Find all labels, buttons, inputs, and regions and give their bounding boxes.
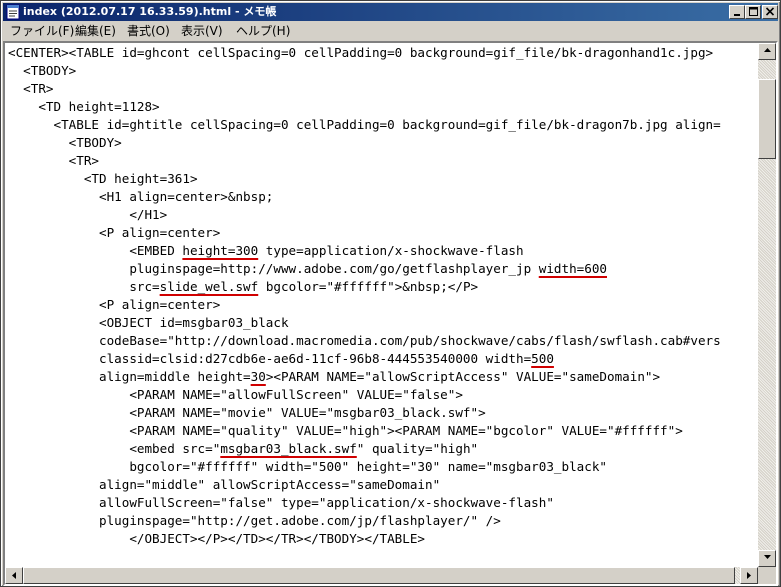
arrow-down-icon bbox=[763, 555, 771, 559]
highlighted-value: msgbar03_black.swf bbox=[220, 441, 357, 456]
code-line: <P align=center> bbox=[8, 297, 221, 312]
code-line: align=middle height=30><PARAM NAME="allo… bbox=[8, 369, 661, 384]
horizontal-scroll-thumb[interactable] bbox=[23, 567, 735, 584]
arrow-right-icon bbox=[746, 572, 751, 579]
window-title: index (2012.07.17 16.33.59).html - メモ帳 bbox=[23, 5, 277, 18]
highlighted-value: 500 bbox=[531, 351, 554, 366]
code-line: classid=clsid:d27cdb6e-ae6d-11cf-96b8-44… bbox=[8, 351, 554, 366]
close-icon bbox=[766, 7, 774, 16]
close-button[interactable] bbox=[762, 5, 778, 19]
highlighted-value: height=300 bbox=[182, 243, 259, 258]
maximize-button[interactable] bbox=[745, 5, 761, 19]
scroll-down-button[interactable] bbox=[758, 550, 776, 567]
code-line: <PARAM NAME="allowFullScreen" VALUE="fal… bbox=[8, 387, 463, 402]
code-line: <TABLE id=ghtitle cellSpacing=0 cellPadd… bbox=[8, 117, 721, 132]
menu-bar: ファイル(F) 編集(E) 書式(O) 表示(V) ヘルプ(H) bbox=[3, 22, 778, 40]
code-line: <TR> bbox=[8, 153, 99, 168]
code-line: pluginspage="http://get.adobe.com/jp/fla… bbox=[8, 513, 501, 528]
code-line: <PARAM NAME="quality" VALUE="high"><PARA… bbox=[8, 423, 683, 438]
highlighted-value: width=600 bbox=[538, 261, 607, 276]
editor-text-area[interactable]: <CENTER><TABLE id=ghcont cellSpacing=0 c… bbox=[5, 43, 758, 567]
vertical-scrollbar[interactable] bbox=[758, 43, 776, 567]
menu-view[interactable]: 表示(V) bbox=[179, 22, 225, 40]
size-grip[interactable] bbox=[758, 567, 776, 584]
code-line: <EMBED height=300 type=application/x-sho… bbox=[8, 243, 524, 258]
code-line: <TBODY> bbox=[8, 63, 77, 78]
code-line: <TD height=1128> bbox=[8, 99, 160, 114]
code-line: align="middle" allowScriptAccess="sameDo… bbox=[8, 477, 441, 492]
code-line: allowFullScreen="false" type="applicatio… bbox=[8, 495, 554, 510]
scroll-up-button[interactable] bbox=[758, 43, 776, 60]
arrow-left-icon bbox=[11, 572, 16, 579]
scroll-right-button[interactable] bbox=[740, 567, 758, 584]
code-line: <CENTER><TABLE id=ghcont cellSpacing=0 c… bbox=[8, 45, 714, 60]
code-line: src=slide_wel.swf bgcolor="#ffffff">&nbs… bbox=[8, 279, 479, 294]
scroll-left-button[interactable] bbox=[5, 567, 23, 584]
title-bar[interactable]: index (2012.07.17 16.33.59).html - メモ帳 bbox=[3, 3, 778, 21]
code-line: bgcolor="#ffffff" width="500" height="30… bbox=[8, 459, 607, 474]
highlighted-value: slide_wel.swf bbox=[159, 279, 259, 294]
minimize-button[interactable] bbox=[729, 5, 745, 19]
code-line: <embed src="msgbar03_black.swf" quality=… bbox=[8, 441, 479, 456]
horizontal-scrollbar[interactable] bbox=[5, 567, 758, 584]
arrow-up-icon bbox=[763, 48, 771, 52]
menu-help[interactable]: ヘルプ(H) bbox=[234, 22, 292, 40]
text-editor[interactable]: <CENTER><TABLE id=ghcont cellSpacing=0 c… bbox=[3, 41, 778, 586]
notepad-icon[interactable] bbox=[6, 4, 20, 20]
code-line: codeBase="http://download.macromedia.com… bbox=[8, 333, 721, 348]
code-text[interactable]: <CENTER><TABLE id=ghcont cellSpacing=0 c… bbox=[8, 44, 721, 548]
notepad-window: index (2012.07.17 16.33.59).html - メモ帳 フ… bbox=[0, 0, 781, 587]
code-line: <TR> bbox=[8, 81, 54, 96]
code-line: <TBODY> bbox=[8, 135, 122, 150]
code-line: <PARAM NAME="movie" VALUE="msgbar03_blac… bbox=[8, 405, 486, 420]
code-line: <H1 align=center>&nbsp; bbox=[8, 189, 274, 204]
menu-edit[interactable]: 編集(E) bbox=[73, 22, 118, 40]
vertical-scroll-thumb[interactable] bbox=[758, 79, 776, 159]
code-line: <OBJECT id=msgbar03_black bbox=[8, 315, 289, 330]
code-line: <TD height=361> bbox=[8, 171, 198, 186]
code-line: </H1> bbox=[8, 207, 168, 222]
code-line: pluginspage=http://www.adobe.com/go/getf… bbox=[8, 261, 607, 276]
menu-format[interactable]: 書式(O) bbox=[125, 22, 172, 40]
code-line: </OBJECT></P></TD></TR></TBODY></TABLE> bbox=[8, 531, 426, 546]
code-line: <P align=center> bbox=[8, 225, 221, 240]
maximize-icon bbox=[748, 7, 758, 16]
minimize-icon bbox=[734, 14, 740, 16]
menu-file[interactable]: ファイル(F) bbox=[8, 22, 76, 40]
highlighted-value: 30 bbox=[250, 369, 266, 384]
